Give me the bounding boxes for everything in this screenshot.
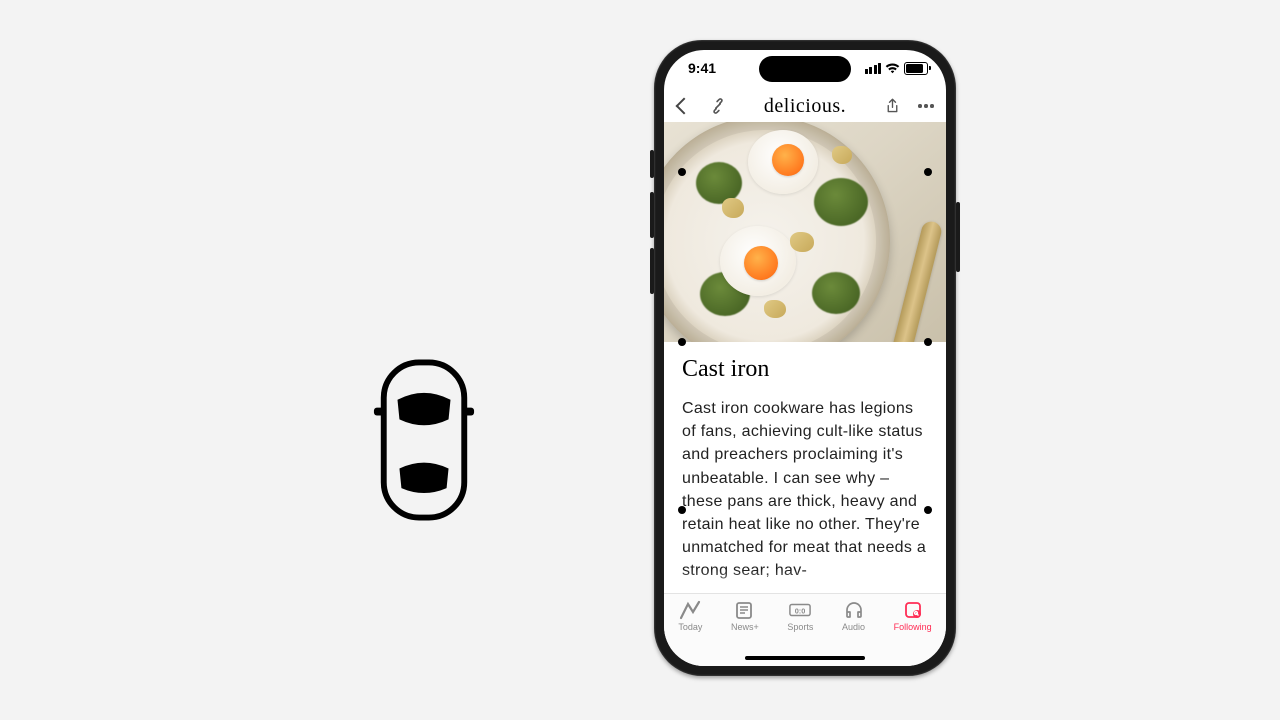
article-hero-image	[664, 122, 946, 342]
phone-button-power	[956, 202, 960, 272]
status-bar: 9:41	[664, 50, 946, 90]
tab-label: Sports	[787, 622, 813, 632]
car-top-icon	[370, 358, 478, 522]
motion-dot	[924, 338, 932, 346]
article-heading: Cast iron	[682, 356, 928, 383]
phone-button-silence	[650, 150, 654, 178]
motion-dot	[924, 168, 932, 176]
tab-label: Today	[678, 622, 702, 632]
tab-label: News+	[731, 622, 759, 632]
phone-button-vol-up	[650, 192, 654, 238]
more-button[interactable]	[916, 96, 936, 116]
wifi-icon	[885, 63, 900, 74]
newsplus-icon	[734, 600, 756, 620]
tab-bar: Today News+ 0:0 Sports Audio Following	[664, 593, 946, 666]
tab-following[interactable]: Following	[894, 600, 932, 666]
cellular-icon	[865, 63, 882, 74]
motion-dot	[924, 506, 932, 514]
following-icon	[902, 600, 924, 620]
share-button[interactable]	[882, 96, 902, 116]
tab-label: Following	[894, 622, 932, 632]
article-content[interactable]: Cast iron Cast iron cookware has legions…	[664, 342, 946, 583]
back-button[interactable]	[674, 96, 694, 116]
motion-dot	[678, 506, 686, 514]
audio-icon	[843, 600, 865, 620]
dynamic-island	[759, 56, 851, 82]
phone-button-vol-down	[650, 248, 654, 294]
status-time: 9:41	[688, 60, 716, 76]
tab-label: Audio	[842, 622, 865, 632]
article-body: Cast iron cookware has legions of fans, …	[682, 397, 928, 583]
svg-text:0:0: 0:0	[795, 607, 806, 616]
nav-bar: delicious.	[664, 90, 946, 122]
battery-icon	[904, 62, 928, 75]
status-indicators	[865, 62, 929, 75]
phone-screen: 9:41 delicious.	[664, 50, 946, 666]
link-icon[interactable]	[708, 96, 728, 116]
motion-dot	[678, 168, 686, 176]
phone-frame: 9:41 delicious.	[654, 40, 956, 676]
today-icon	[679, 600, 701, 620]
motion-dot	[678, 338, 686, 346]
tab-today[interactable]: Today	[678, 600, 702, 666]
home-indicator[interactable]	[745, 656, 865, 660]
sports-icon: 0:0	[789, 600, 811, 620]
stage: 9:41 delicious.	[0, 0, 1280, 720]
